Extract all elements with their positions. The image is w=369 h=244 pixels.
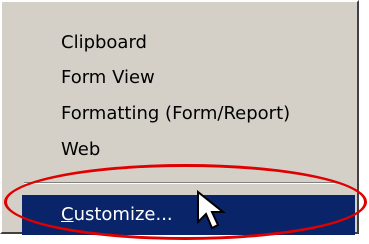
toolbars-context-menu: Clipboard Form View Formatting (Form/Rep… [0, 0, 359, 235]
menu-item-label: Clipboard [61, 32, 147, 53]
menu-item-label: Formatting (Form/Report) [61, 103, 291, 124]
menu-item-form-view[interactable]: Form View [4, 61, 355, 95]
arrow-cursor-icon [197, 190, 226, 230]
menu-item-mnemonic: C [61, 204, 74, 225]
menu-item-web[interactable]: Web [4, 133, 355, 167]
menu-item-label: Form View [61, 67, 155, 88]
menu-item-label: ustomize... [73, 204, 173, 225]
menu-item-formatting-form-report[interactable]: Formatting (Form/Report) [4, 97, 355, 131]
menu-item-customize[interactable]: Customize... [22, 195, 355, 235]
menu-item-label: Web [61, 139, 101, 160]
menu-item-clipboard[interactable]: Clipboard [4, 26, 355, 60]
menu-separator [24, 182, 335, 184]
